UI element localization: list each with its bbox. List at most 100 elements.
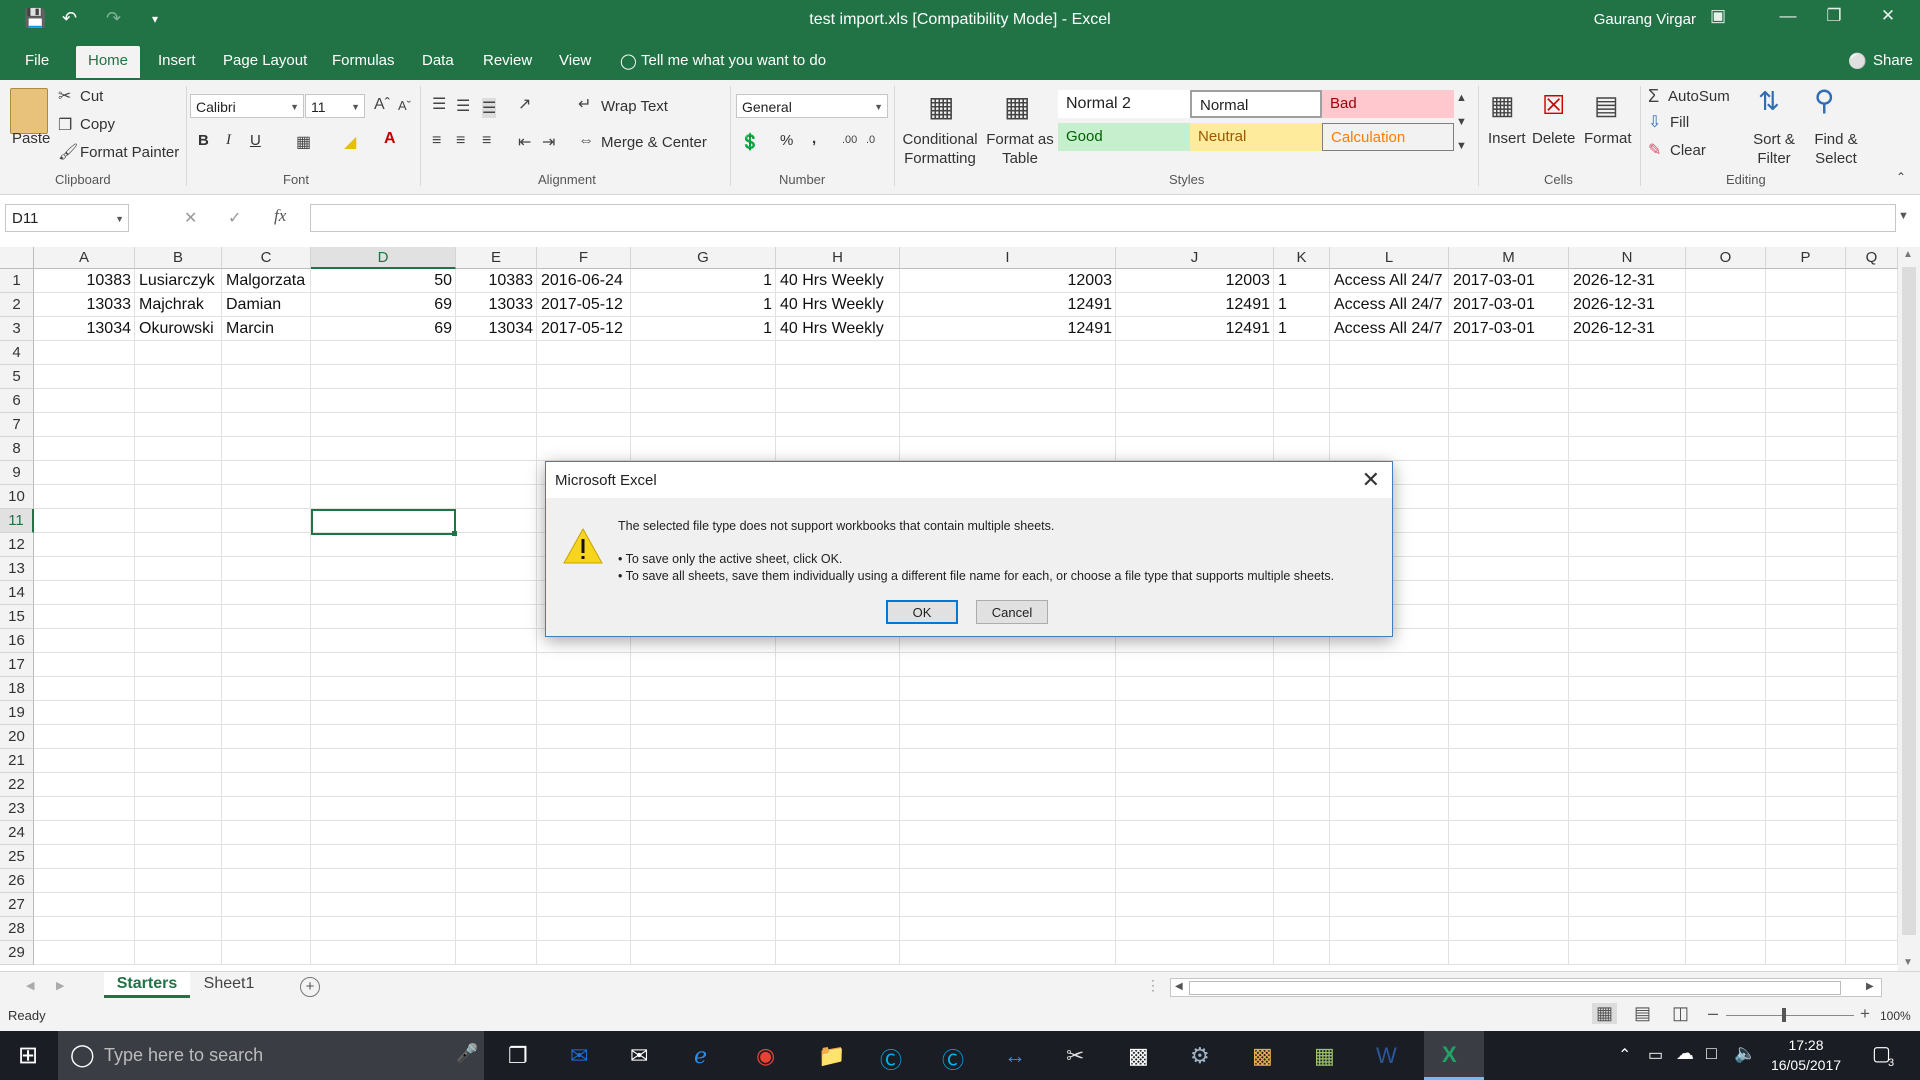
row-header-29[interactable]: 29	[0, 941, 34, 965]
format-as-table-button[interactable]: Format as Table	[984, 130, 1056, 168]
name-box[interactable]: D11 ▼	[5, 204, 129, 232]
style-normal[interactable]: Normal	[1190, 90, 1322, 118]
row-header-1[interactable]: 1	[0, 269, 34, 293]
vertical-scrollbar[interactable]: ▲ ▼	[1898, 247, 1920, 971]
scroll-right-icon[interactable]: ▶	[1866, 981, 1874, 992]
cell-k3[interactable]: 1	[1274, 317, 1330, 341]
sort-filter-button[interactable]: Sort & Filter	[1748, 130, 1800, 168]
wrap-text-button[interactable]: Wrap Text	[601, 98, 668, 115]
percent-button[interactable]: %	[780, 132, 793, 149]
conditional-formatting-button[interactable]: Conditional Formatting	[900, 130, 980, 168]
increase-decimal-icon[interactable]: .00	[842, 134, 857, 146]
styles-more-icon[interactable]: ▼	[1456, 140, 1467, 152]
zoom-slider-thumb[interactable]	[1782, 1008, 1786, 1022]
row-header-13[interactable]: 13	[0, 557, 34, 581]
skype-business-icon[interactable]: Ⓒ	[942, 1043, 964, 1075]
scroll-left-icon[interactable]: ◀	[1175, 981, 1183, 992]
sheet-tab-sheet1[interactable]: Sheet1	[196, 972, 262, 998]
row-header-5[interactable]: 5	[0, 365, 34, 389]
align-middle-icon[interactable]: ☰	[456, 96, 470, 116]
skype-icon[interactable]: Ⓒ	[880, 1043, 902, 1075]
currency-icon[interactable]: 💲	[740, 132, 760, 152]
scroll-up-icon[interactable]: ▲	[1903, 249, 1913, 260]
column-header-k[interactable]: K	[1274, 247, 1330, 269]
tab-page-layout[interactable]: Page Layout	[223, 52, 307, 69]
column-header-q[interactable]: Q	[1846, 247, 1898, 269]
column-header-e[interactable]: E	[456, 247, 537, 269]
cell-b2[interactable]: Majchrak	[135, 293, 222, 317]
decrease-decimal-icon[interactable]: .0	[866, 134, 875, 146]
column-header-m[interactable]: M	[1449, 247, 1569, 269]
cell-c1[interactable]: Malgorzata	[222, 269, 311, 293]
ok-button[interactable]: OK	[886, 600, 958, 624]
cell-e2[interactable]: 13033	[456, 293, 537, 317]
column-header-o[interactable]: O	[1686, 247, 1766, 269]
row-header-10[interactable]: 10	[0, 485, 34, 509]
delete-cells-button[interactable]: Delete	[1532, 130, 1575, 147]
fill-button[interactable]: Fill	[1670, 114, 1689, 131]
search-box[interactable]: ◯ Type here to search 🎤	[58, 1031, 484, 1080]
cell-l3[interactable]: Access All 24/7	[1330, 317, 1449, 341]
row-header-14[interactable]: 14	[0, 581, 34, 605]
decrease-indent-icon[interactable]: ⇤	[518, 132, 531, 152]
cell-h2[interactable]: 40 Hrs Weekly	[776, 293, 900, 317]
close-icon[interactable]: ✕	[1874, 6, 1902, 26]
normal-view-icon[interactable]: ▦	[1592, 1003, 1618, 1024]
align-center-icon[interactable]: ≡	[456, 132, 465, 150]
cell-e3[interactable]: 13034	[456, 317, 537, 341]
font-size-select[interactable]: 11 ▼	[305, 94, 365, 118]
cell-k2[interactable]: 1	[1274, 293, 1330, 317]
row-header-4[interactable]: 4	[0, 341, 34, 365]
tab-file[interactable]: File	[25, 52, 49, 69]
row-header-23[interactable]: 23	[0, 797, 34, 821]
underline-button[interactable]: U	[250, 132, 261, 149]
borders-icon[interactable]: ▦	[296, 132, 311, 152]
expand-formula-icon[interactable]: ▼	[1898, 210, 1909, 222]
cell-c3[interactable]: Marcin	[222, 317, 311, 341]
align-top-icon[interactable]: ☰	[432, 94, 446, 114]
prev-sheet-icon[interactable]: ◀	[26, 979, 34, 992]
cut-button[interactable]: Cut	[80, 88, 103, 105]
row-header-16[interactable]: 16	[0, 629, 34, 653]
paste-icon[interactable]	[10, 88, 48, 134]
cell-j3[interactable]: 12491	[1116, 317, 1274, 341]
bold-button[interactable]: B	[198, 132, 209, 149]
column-header-g[interactable]: G	[631, 247, 776, 269]
file-explorer-icon[interactable]: 📁	[818, 1043, 845, 1069]
show-hidden-icons-icon[interactable]: ⌃	[1618, 1045, 1631, 1065]
format-cells-button[interactable]: Format	[1584, 130, 1632, 147]
column-header-l[interactable]: L	[1330, 247, 1449, 269]
row-header-7[interactable]: 7	[0, 413, 34, 437]
increase-indent-icon[interactable]: ⇥	[542, 132, 555, 152]
styles-scroll-up-icon[interactable]: ▲	[1456, 92, 1467, 104]
clock-date[interactable]: 16/05/2017	[1762, 1057, 1850, 1073]
number-format-select[interactable]: General ▼	[736, 94, 888, 118]
clock-time[interactable]: 17:28	[1770, 1037, 1842, 1053]
cell-i2[interactable]: 12491	[900, 293, 1116, 317]
cell-j2[interactable]: 12491	[1116, 293, 1274, 317]
row-header-19[interactable]: 19	[0, 701, 34, 725]
column-header-h[interactable]: H	[776, 247, 900, 269]
format-painter-button[interactable]: Format Painter	[80, 144, 179, 161]
row-header-6[interactable]: 6	[0, 389, 34, 413]
column-header-j[interactable]: J	[1116, 247, 1274, 269]
ribbon-display-icon[interactable]: ▣	[1704, 6, 1732, 26]
cell-m2[interactable]: 2017-03-01	[1449, 293, 1569, 317]
find-select-button[interactable]: Find & Select	[1808, 130, 1864, 168]
row-header-17[interactable]: 17	[0, 653, 34, 677]
italic-button[interactable]: I	[226, 132, 231, 149]
cell-k1[interactable]: 1	[1274, 269, 1330, 293]
horizontal-scroll-thumb[interactable]	[1189, 981, 1841, 995]
cell-g3[interactable]: 1	[631, 317, 776, 341]
horizontal-scrollbar[interactable]: ◀ ▶	[1170, 978, 1882, 997]
row-header-2[interactable]: 2	[0, 293, 34, 317]
cell-g2[interactable]: 1	[631, 293, 776, 317]
style-good[interactable]: Good	[1058, 123, 1190, 151]
battery-icon[interactable]: ▭	[1648, 1045, 1663, 1065]
column-header-i[interactable]: I	[900, 247, 1116, 269]
insert-cells-button[interactable]: Insert	[1488, 130, 1526, 147]
row-header-18[interactable]: 18	[0, 677, 34, 701]
command-prompt-icon[interactable]: ▩	[1128, 1043, 1149, 1069]
insert-function-button[interactable]: fx	[274, 206, 286, 226]
comma-button[interactable]: ,	[812, 130, 816, 147]
